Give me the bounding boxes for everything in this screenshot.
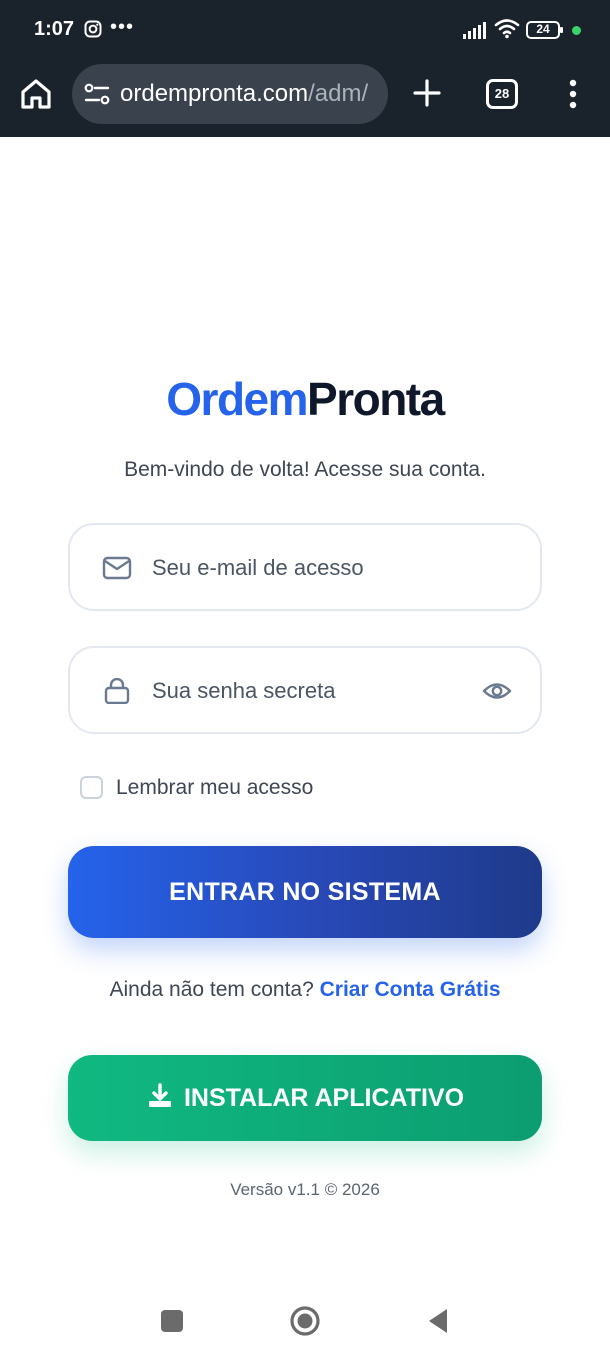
back-icon[interactable] xyxy=(427,1307,449,1335)
brand-logo: OrdemPronta xyxy=(0,372,610,426)
login-button[interactable]: ENTRAR NO SISTEMA xyxy=(68,846,542,938)
email-input[interactable] xyxy=(152,547,472,589)
email-field[interactable] xyxy=(68,523,542,611)
password-field[interactable] xyxy=(68,646,542,734)
home-circle-icon[interactable] xyxy=(289,1305,321,1337)
remember-checkbox[interactable] xyxy=(80,776,103,799)
install-app-button[interactable]: INSTALAR APLICATIVO xyxy=(68,1055,542,1141)
url-host: ordempronta.com xyxy=(120,80,309,107)
wifi-icon xyxy=(494,19,520,39)
plus-icon[interactable] xyxy=(410,76,444,110)
signup-text: Ainda não tem conta? xyxy=(109,978,314,1001)
remember-label: Lembrar meu acesso xyxy=(116,776,314,799)
download-icon xyxy=(148,1083,171,1108)
menu-dots-icon[interactable] xyxy=(562,78,584,110)
status-time: 1:07 xyxy=(34,18,75,40)
logo-word-ordem: Ordem xyxy=(166,373,308,425)
tab-switcher-button[interactable]: 28 xyxy=(486,79,518,109)
instagram-icon xyxy=(84,20,102,38)
browser-chrome: 1:07 ••• 24 ordempronta.com/adm/ 28 xyxy=(0,0,610,137)
url-path: /adm/ xyxy=(308,80,369,107)
install-button-label: INSTALAR APLICATIVO xyxy=(183,1084,465,1112)
welcome-subtitle: Bem-vindo de volta! Acesse sua conta. xyxy=(124,458,486,481)
url-text: ordempronta.com/adm/ xyxy=(120,80,368,108)
site-settings-icon[interactable] xyxy=(84,82,110,106)
eye-icon[interactable] xyxy=(482,678,512,704)
signup-link[interactable]: Criar Conta Grátis xyxy=(320,978,501,1001)
more-dots-icon: ••• xyxy=(110,16,135,38)
lock-icon xyxy=(104,678,130,704)
home-icon[interactable] xyxy=(18,76,54,112)
password-input[interactable] xyxy=(152,670,472,712)
signal-icon xyxy=(463,22,486,39)
status-bar: 1:07 ••• 24 xyxy=(0,0,610,60)
logo-word-pronta: Pronta xyxy=(307,373,445,425)
address-bar[interactable]: ordempronta.com/adm/ xyxy=(72,64,388,124)
camera-indicator-icon xyxy=(572,26,581,35)
signup-prompt: Ainda não tem conta? Criar Conta Grátis xyxy=(0,978,610,1002)
recents-icon[interactable] xyxy=(161,1310,183,1332)
remember-me[interactable]: Lembrar meu acesso xyxy=(80,774,400,802)
mail-icon xyxy=(102,556,132,580)
version-text: Versão v1.1 © 2026 xyxy=(230,1180,380,1199)
install-button-content: INSTALAR APLICATIVO xyxy=(68,1055,542,1141)
battery-level: 24 xyxy=(536,22,550,36)
